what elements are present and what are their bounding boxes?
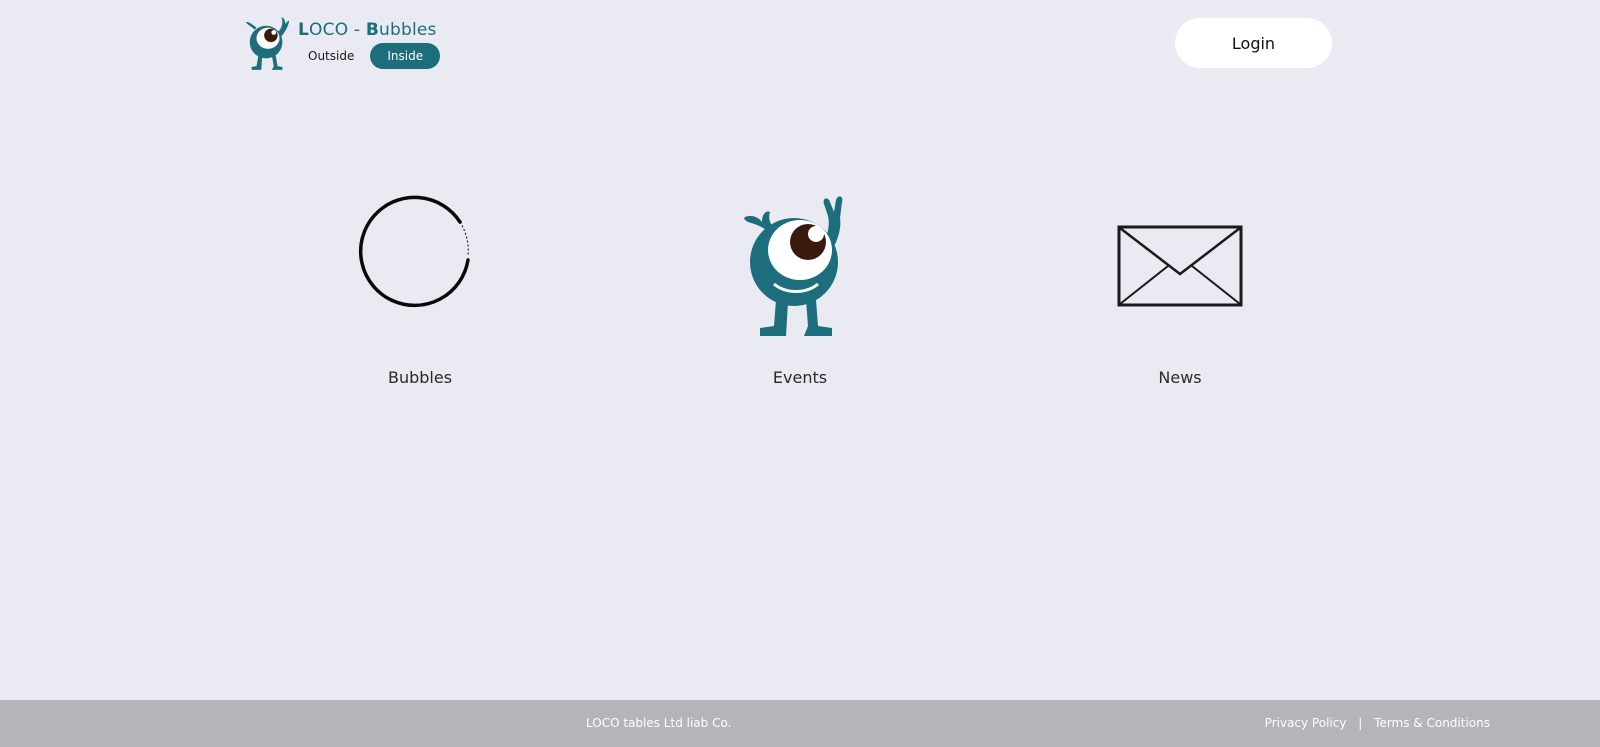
outside-inside-toggle: Outside Inside [298, 43, 441, 69]
card-bubbles[interactable]: Bubbles [310, 190, 530, 400]
footer-copyright: LOCO tables Ltd liab Co. [586, 716, 732, 730]
footer-separator: | [1358, 716, 1363, 730]
bubble-circle-icon [358, 195, 470, 308]
brand-title: LOCO - Bubbles [298, 20, 437, 40]
brand: LOCO - Bubbles Outside Inside [244, 14, 454, 74]
footer-links: Privacy Policy | Terms & Conditions [1265, 716, 1490, 730]
card-label: News [1158, 368, 1202, 387]
card-news[interactable]: News [1070, 190, 1290, 400]
mascot-icon [744, 196, 843, 336]
page: LOCO - Bubbles Outside Inside Login Bubb… [0, 0, 1600, 747]
card-label: Events [772, 368, 828, 387]
login-button[interactable]: Login [1175, 18, 1332, 68]
toggle-outside[interactable]: Outside [298, 43, 364, 69]
card-label: Bubbles [387, 368, 453, 387]
card-events[interactable]: Events [690, 190, 910, 400]
privacy-policy-link[interactable]: Privacy Policy [1265, 716, 1347, 730]
footer: LOCO tables Ltd liab Co. Privacy Policy … [0, 700, 1600, 747]
envelope-icon [1117, 225, 1243, 307]
terms-conditions-link[interactable]: Terms & Conditions [1374, 716, 1490, 730]
mascot-icon[interactable] [244, 14, 292, 74]
toggle-inside[interactable]: Inside [370, 43, 441, 69]
